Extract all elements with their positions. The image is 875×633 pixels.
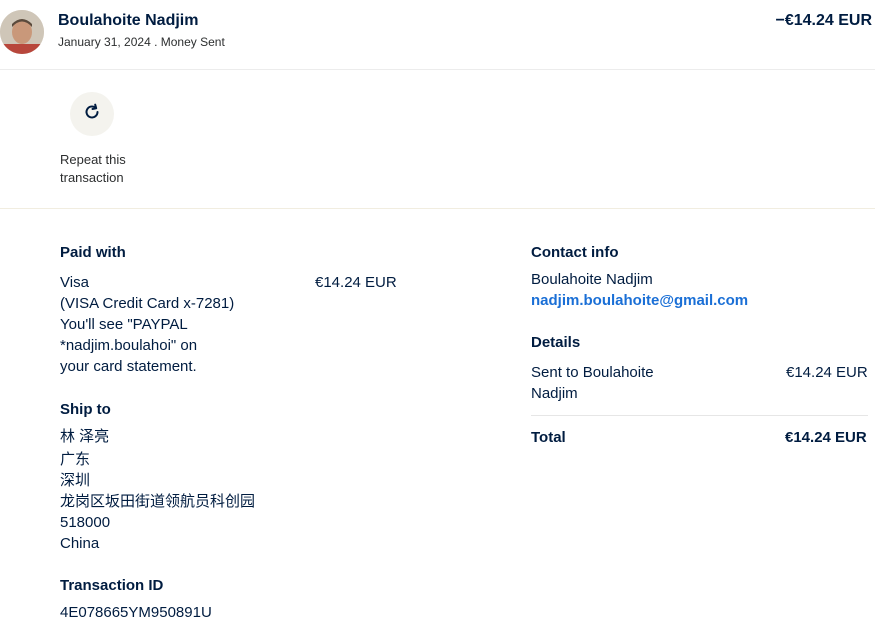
sent-to-line: Sent to Boulahoite [531, 364, 654, 381]
payment-method-line: Visa [60, 274, 89, 291]
refresh-icon [82, 102, 102, 127]
address-line: 广东 [60, 451, 91, 468]
sent-to-line: Nadjim [531, 385, 578, 402]
details-title: Details [531, 334, 581, 351]
payment-method-line: You'll see "PAYPAL [60, 316, 188, 333]
transaction-header: Boulahoite Nadjim January 31, 2024 . Mon… [0, 0, 875, 70]
ship-to-title: Ship to [60, 401, 111, 418]
address-line: 龙岗区坂田街道领航员科创园 [60, 493, 256, 510]
details-divider [531, 415, 868, 416]
transaction-date: January 31, 2024 [58, 35, 151, 49]
contact-name: Boulahoite Nadjim [531, 271, 653, 288]
avatar [0, 10, 44, 54]
actions-bar: Repeat this transaction [0, 70, 875, 209]
repeat-transaction-label[interactable]: Repeat this transaction [60, 151, 150, 187]
paid-with-title: Paid with [60, 244, 126, 261]
address-line: 深圳 [60, 472, 91, 489]
total-label: Total [531, 429, 566, 446]
contact-email-link[interactable]: nadjim.boulahoite@gmail.com [531, 292, 748, 309]
recipient-name: Boulahoite Nadjim [58, 12, 199, 29]
address-line: China [60, 535, 100, 552]
total-amount: €14.24 EUR [785, 429, 867, 446]
contact-info-title: Contact info [531, 244, 619, 261]
sent-amount: €14.24 EUR [786, 364, 868, 381]
payment-method-line: (VISA Credit Card x-7281) [60, 295, 235, 312]
transaction-date-type: January 31, 2024 . Money Sent [58, 35, 225, 49]
repeat-transaction-button[interactable] [70, 92, 114, 136]
address-line: 林 泽亮 [60, 428, 110, 445]
payment-method-line: your card statement. [60, 358, 197, 375]
separator: . [150, 35, 161, 49]
transaction-type: Money Sent [160, 35, 225, 49]
transaction-id: 4E078665YM950891U [60, 604, 212, 621]
transaction-id-title: Transaction ID [60, 577, 164, 594]
payment-method-line: *nadjim.boulahoi" on [60, 337, 198, 354]
paid-amount: €14.24 EUR [315, 274, 397, 291]
transaction-amount: −€14.24 EUR [775, 12, 872, 29]
address-line: 518000 [60, 514, 111, 531]
